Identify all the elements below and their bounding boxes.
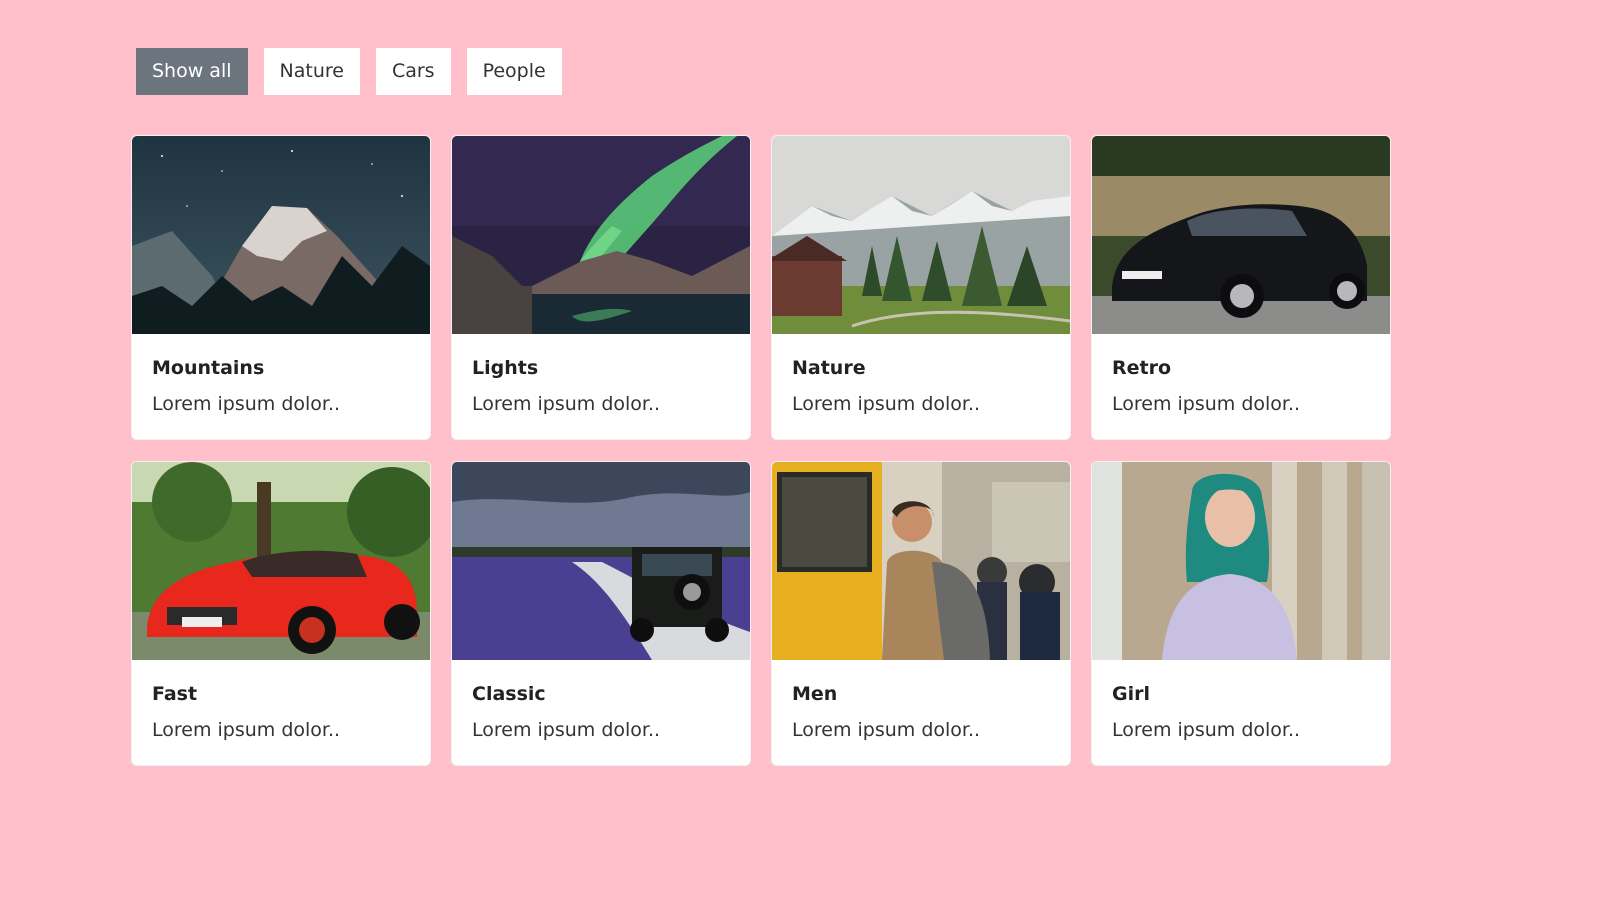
gallery-card-fast[interactable]: Fast Lorem ipsum dolor.. xyxy=(131,461,431,766)
card-description: Lorem ipsum dolor.. xyxy=(1112,719,1301,741)
card-description: Lorem ipsum dolor.. xyxy=(792,719,981,741)
offroad-jeep-image xyxy=(452,462,750,660)
red-sports-car-image xyxy=(132,462,430,660)
gallery-grid: Mountains Lorem ipsum dolor.. Lights Lor… xyxy=(131,135,1391,766)
gallery-card-classic[interactable]: Classic Lorem ipsum dolor.. xyxy=(451,461,751,766)
black-hatchback-image xyxy=(1092,136,1390,334)
filter-cars-button[interactable]: Cars xyxy=(375,48,451,95)
alpine-valley-image xyxy=(772,136,1070,334)
card-description: Lorem ipsum dolor.. xyxy=(152,393,341,415)
gallery-card-mountains[interactable]: Mountains Lorem ipsum dolor.. xyxy=(131,135,431,440)
gallery-card-retro[interactable]: Retro Lorem ipsum dolor.. xyxy=(1091,135,1391,440)
northern-lights-image xyxy=(452,136,750,334)
gallery-card-men[interactable]: Men Lorem ipsum dolor.. xyxy=(771,461,1071,766)
filter-bar: Show all Nature Cars People xyxy=(136,48,562,95)
card-description: Lorem ipsum dolor.. xyxy=(792,393,981,415)
card-title: Mountains xyxy=(152,357,265,379)
card-title: Lights xyxy=(472,357,539,379)
gallery-card-nature[interactable]: Nature Lorem ipsum dolor.. xyxy=(771,135,1071,440)
card-title: Retro xyxy=(1112,357,1172,379)
filter-nature-button[interactable]: Nature xyxy=(263,48,360,95)
card-title: Fast xyxy=(152,683,198,705)
card-title: Nature xyxy=(792,357,866,379)
card-title: Men xyxy=(792,683,838,705)
filter-show-all-button[interactable]: Show all xyxy=(136,48,248,95)
gallery-card-lights[interactable]: Lights Lorem ipsum dolor.. xyxy=(451,135,751,440)
card-description: Lorem ipsum dolor.. xyxy=(1112,393,1301,415)
teal-hair-girl-image xyxy=(1092,462,1390,660)
gallery-card-girl[interactable]: Girl Lorem ipsum dolor.. xyxy=(1091,461,1391,766)
card-title: Classic xyxy=(472,683,546,705)
card-description: Lorem ipsum dolor.. xyxy=(152,719,341,741)
card-description: Lorem ipsum dolor.. xyxy=(472,719,661,741)
card-title: Girl xyxy=(1112,683,1150,705)
man-train-station-image xyxy=(772,462,1070,660)
filter-people-button[interactable]: People xyxy=(466,48,562,95)
card-description: Lorem ipsum dolor.. xyxy=(472,393,661,415)
mountain-night-image xyxy=(132,136,430,334)
